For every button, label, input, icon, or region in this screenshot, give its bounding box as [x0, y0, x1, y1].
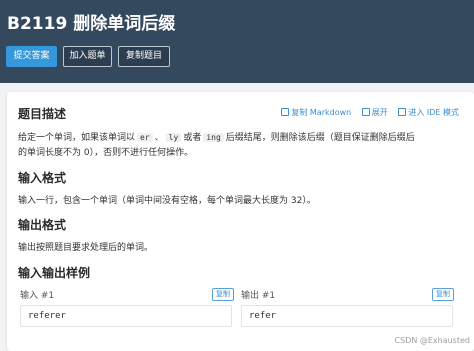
problem-header: B2119 删除单词后缀 提交答案 加入题单 复制题目 [0, 0, 474, 83]
description-text-post: 后缀结尾，则删除该后缀（题目保证删除后缀后 [225, 133, 415, 143]
watermark: CSDN @Exhausted [394, 336, 471, 345]
expand-icon [361, 108, 370, 116]
code-ing: ing [203, 133, 224, 142]
description-line-1: 给定一个单词，如果该单词以 er、 ly 或者 ing 后缀结尾，则删除该后缀（题目保证删… [18, 130, 415, 143]
description-line-2: 的单词长度不为 0），否则不进行任何操作。 [18, 148, 194, 158]
input-format-heading: 输入格式 [18, 171, 67, 185]
sample-input-box: referer [20, 305, 232, 327]
copy-problem-button[interactable]: 复制题目 [118, 46, 170, 67]
copy-output-button[interactable]: 复制 [432, 288, 454, 301]
sample-output-box: refer [241, 305, 453, 327]
code-er: er [137, 133, 153, 142]
ide-mode-link[interactable]: 进入 IDE 模式 [398, 107, 459, 118]
ide-mode-label: 进入 IDE 模式 [408, 108, 459, 117]
sample-output-value: refer [249, 311, 277, 321]
sample-output-label: 输出 #1 [241, 291, 276, 301]
output-format-heading: 输出格式 [18, 218, 67, 232]
add-to-list-button[interactable]: 加入题单 [63, 46, 112, 67]
description-text: 给定一个单词，如果该单词以 [18, 133, 136, 143]
copy-icon [281, 108, 290, 116]
or-text: 或者 [183, 133, 202, 143]
code-ly: ly [165, 133, 182, 142]
copy-markdown-link[interactable]: 复制 Markdown [281, 107, 351, 118]
input-format-text: 输入一行，包含一个单词（单词中间没有空格，每个单词最大长度为 32）。 [18, 196, 316, 206]
page-title: B2119 删除单词后缀 [7, 14, 176, 34]
output-format-text: 输出按照题目要求处理后的单词。 [18, 243, 154, 253]
copy-markdown-label: 复制 Markdown [291, 108, 352, 117]
samples-heading: 输入输出样例 [18, 266, 91, 280]
expand-label: 展开 [371, 108, 388, 117]
description-heading: 题目描述 [18, 107, 67, 121]
problem-card: 题目描述 复制 Markdown 展开 进入 IDE 模式 给定一个单词，如果该… [7, 92, 474, 351]
problem-actions: 复制 Markdown 展开 进入 IDE 模式 [273, 107, 459, 118]
sample-input-label: 输入 #1 [20, 291, 55, 301]
copy-input-button[interactable]: 复制 [212, 288, 234, 301]
ide-icon [398, 108, 407, 116]
expand-link[interactable]: 展开 [361, 107, 388, 118]
sample-input-value: referer [28, 311, 66, 321]
separator: 、 [154, 133, 164, 143]
submit-answer-button[interactable]: 提交答案 [6, 46, 57, 67]
